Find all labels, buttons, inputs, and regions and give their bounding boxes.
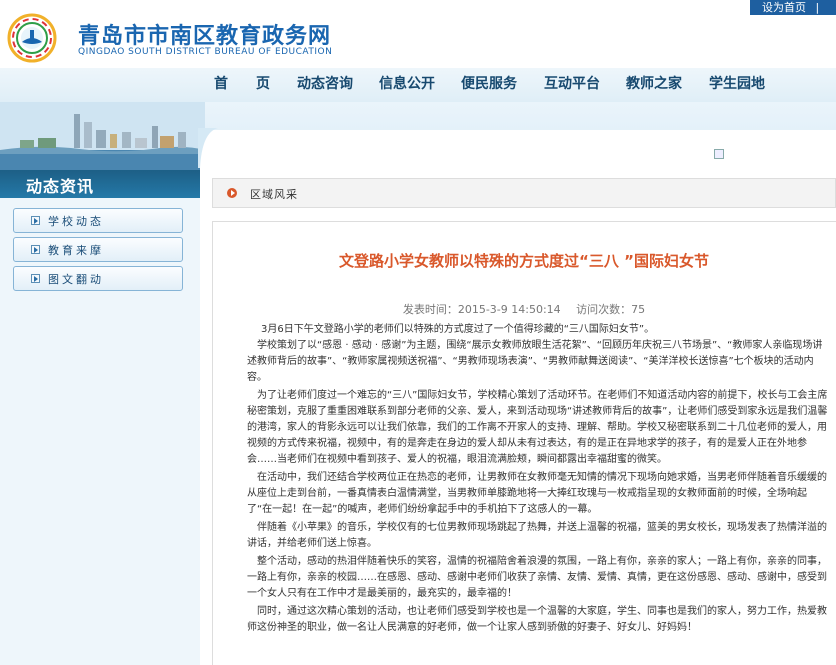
site-logo-icon[interactable]: [6, 12, 68, 64]
article-meta: 发表时间：2015-3-9 14:50:14 访问次数：75: [212, 301, 836, 317]
article-paragraph: 3月6日下午文登路小学的老师们以特殊的方式度过了一个值得珍藏的“三八国际妇女节”…: [261, 324, 655, 335]
play-arrow-icon: [31, 245, 40, 254]
add-favorite-link[interactable]: 好: [756, 15, 767, 30]
site-title: 青岛市市南区教育政务网: [78, 23, 332, 49]
top-links: 设为首页 | 好: [750, 0, 836, 29]
sidebar-item-photo-news[interactable]: 图文翻动: [13, 266, 183, 291]
set-homepage-link[interactable]: 设为首页: [762, 0, 806, 15]
breadcrumb: [212, 178, 836, 208]
article-body: 3月6日下午文登路小学的老师们以特殊的方式度过了一个值得珍藏的“三八国际妇女节”…: [247, 322, 829, 636]
nav-services[interactable]: 便民服务: [461, 68, 517, 102]
nav-home[interactable]: 首 页: [214, 68, 270, 102]
arrow-bullet-icon: [227, 188, 237, 198]
article-paragraph: 学校策划了以“感恩 · 感动 · 感谢”为主题，围绕“展示女教师放眼生活花絮”、…: [247, 340, 823, 383]
sidebar-item-education[interactable]: 教育来摩: [13, 237, 183, 262]
article-paragraph: 同时，通过这次精心策划的活动，也让老师们感受到学校也是一个温馨的大家庭，学生、同…: [247, 606, 827, 633]
city-skyline-image: [0, 102, 205, 172]
nav-teachers[interactable]: 教师之家: [626, 68, 682, 102]
breadcrumb-label[interactable]: 区域风采: [250, 186, 298, 202]
sidebar-item-label: 教育来摩: [48, 244, 104, 257]
publish-date: 发表时间：2015-3-9 14:50:14: [402, 303, 561, 316]
nav-interaction[interactable]: 互动平台: [544, 68, 600, 102]
article-paragraph: 整个活动，感动的热泪伴随着快乐的笑容，温情的祝福陪舍着浪漫的氛围，一路上有你，亲…: [247, 556, 827, 599]
nav-news[interactable]: 动态咨询: [297, 68, 353, 102]
play-arrow-icon: [31, 216, 40, 225]
sidebar-item-label: 学校动态: [48, 215, 104, 228]
sidebar-title: 动态资讯: [26, 177, 95, 196]
sidebar-item-label: 图文翻动: [48, 273, 104, 286]
article-title: 文登路小学女教师以特殊的方式度过“三八 ”国际妇女节: [339, 252, 709, 270]
article-paragraph: 在活动中，我们还结合学校两位正在热恋的老师，让男教师在女教师毫无知情的情况下现场…: [247, 472, 827, 515]
sidebar-item-school-news[interactable]: 学校动态: [13, 208, 183, 233]
article-paragraph: 为了让老师们度过一个难忘的“三八”国际妇女节，学校精心策划了活动环节。在老师们不…: [247, 390, 828, 465]
site-subtitle: QINGDAO SOUTH DISTRICT BUREAU OF EDUCATI…: [78, 47, 333, 57]
broken-image-icon: [714, 149, 724, 159]
play-arrow-icon: [31, 274, 40, 283]
corner-decoration: [198, 128, 218, 168]
nav-public-info[interactable]: 信息公开: [379, 68, 435, 102]
article-paragraph: 伴随着《小苹果》的音乐，学校仅有的七位男教师现场跳起了热舞，并送上温馨的祝福，篮…: [247, 522, 827, 549]
nav-students[interactable]: 学生园地: [709, 68, 765, 102]
view-count: 访问次数：75: [576, 303, 646, 316]
link-separator: |: [815, 1, 820, 14]
